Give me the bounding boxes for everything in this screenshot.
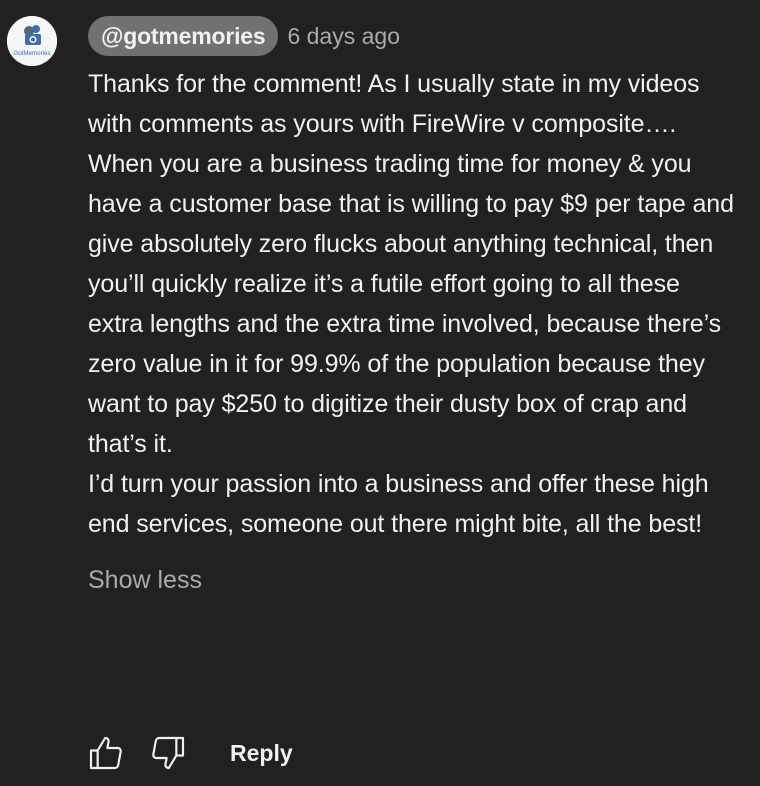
avatar[interactable]: GotMemories (7, 16, 57, 66)
thumbs-up-icon (89, 736, 122, 770)
comment-actions: Reply (84, 731, 293, 775)
dislike-button[interactable] (146, 731, 190, 775)
comment-paragraph: When you are a business trading time for… (88, 150, 734, 458)
avatar-logo-text: GotMemories (13, 50, 50, 57)
comment-paragraph: Thanks for the comment! As I usually sta… (88, 70, 700, 138)
comment-header: @gotmemories 6 days ago (88, 16, 738, 56)
author-handle[interactable]: @gotmemories (88, 16, 279, 56)
reply-button[interactable]: Reply (230, 740, 293, 767)
comment-paragraph: I’d turn your passion into a business an… (88, 470, 709, 538)
like-button[interactable] (84, 731, 128, 775)
comment-text: Thanks for the comment! As I usually sta… (88, 64, 738, 544)
thumbs-down-icon (152, 736, 185, 770)
comment-thread: @gotmemories 6 days ago Thanks for the c… (88, 16, 738, 600)
show-less-button[interactable]: Show less (88, 560, 738, 600)
camera-logo-icon: GotMemories (7, 16, 57, 66)
comment-timestamp[interactable]: 6 days ago (287, 23, 400, 50)
